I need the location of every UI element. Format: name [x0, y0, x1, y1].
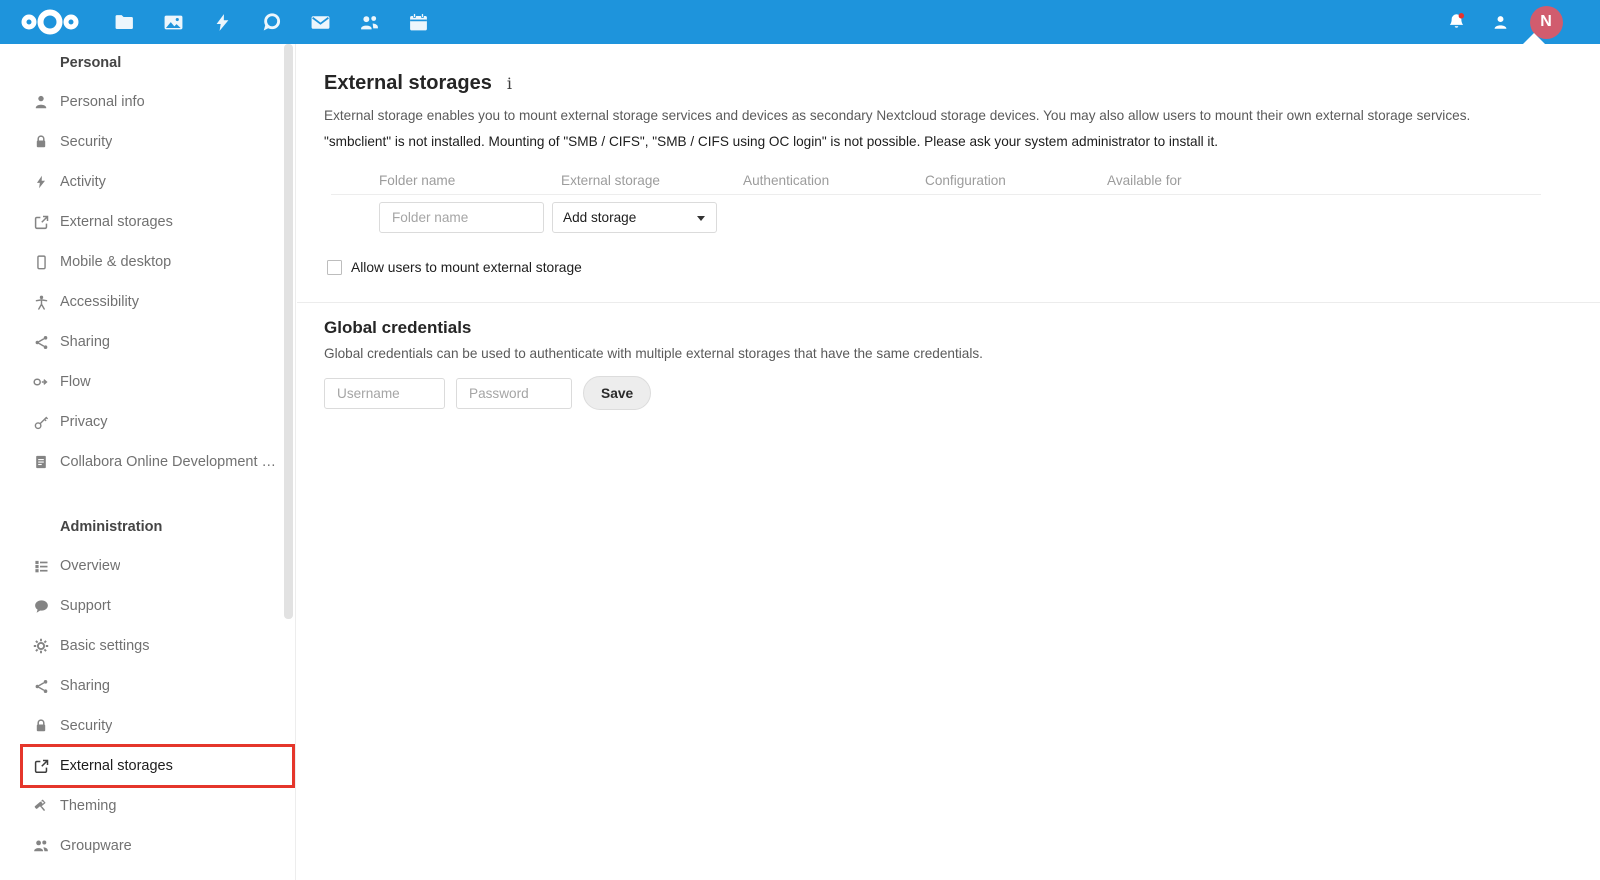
talk-icon[interactable] — [247, 0, 296, 44]
allow-user-mounting-label[interactable]: Allow users to mount external storage — [351, 260, 582, 275]
sidebar-item-label: Mobile & desktop — [60, 254, 172, 270]
mail-icon[interactable] — [296, 0, 345, 44]
document-icon — [33, 454, 49, 470]
sidebar-section-administration: Administration — [60, 519, 163, 535]
sidebar-item-label: Activity — [60, 174, 106, 190]
contacts-icon[interactable] — [345, 0, 394, 44]
sidebar-item-label: External storages — [60, 214, 173, 230]
global-credentials-description: Global credentials can be used to authen… — [324, 346, 983, 361]
column-header-authentication: Authentication — [743, 172, 830, 188]
paint-roller-icon — [33, 798, 49, 814]
column-header-configuration: Configuration — [925, 172, 1006, 188]
sidebar-item-label: Security — [60, 718, 113, 734]
external-link-icon — [33, 214, 49, 230]
column-header-external-storage: External storage — [561, 172, 660, 188]
group-icon — [33, 838, 49, 854]
photos-icon[interactable] — [149, 0, 198, 44]
sidebar-item-label: Security — [60, 134, 113, 150]
add-storage-select-value: Add storage — [563, 210, 637, 225]
sidebar-item-label: Basic settings — [60, 638, 150, 654]
gear-icon — [33, 638, 49, 654]
sidebar-item-basic-settings[interactable]: Basic settings — [0, 626, 295, 666]
external-storage-description: External storage enables you to mount ex… — [324, 108, 1471, 123]
allow-user-mounting-checkbox[interactable] — [327, 260, 342, 275]
sidebar-scrollbar[interactable] — [284, 44, 293, 619]
sidebar-item-external-storages-personal[interactable]: External storages — [0, 202, 295, 242]
contacts-menu-icon[interactable] — [1478, 0, 1522, 44]
lock-icon — [33, 718, 49, 734]
app-launcher — [100, 0, 443, 44]
sidebar-item-label: Theming — [60, 798, 117, 814]
sidebar-item-privacy[interactable]: Privacy — [0, 402, 295, 442]
sidebar-item-label: Support — [60, 598, 111, 614]
allow-user-mounting-row: Allow users to mount external storage — [327, 260, 1545, 275]
top-bar: N — [0, 0, 1600, 44]
share-icon — [33, 678, 49, 694]
column-header-folder-name: Folder name — [379, 172, 456, 188]
chevron-down-icon — [697, 216, 705, 221]
calendar-icon[interactable] — [394, 0, 443, 44]
sidebar-item-groupware[interactable]: Groupware — [0, 826, 295, 866]
global-credentials-title: Global credentials — [324, 318, 472, 337]
sidebar-item-label: Privacy — [60, 414, 108, 430]
sidebar-item-label: External storages — [60, 758, 173, 774]
external-storages-settings-panel: External storages i External storage enab… — [297, 44, 1600, 880]
section-divider — [297, 302, 1600, 303]
sidebar-item-sharing-admin[interactable]: Sharing — [0, 666, 295, 706]
sidebar-item-label: Accessibility — [60, 294, 139, 310]
external-storages-table: Folder name External storage Authenticat… — [331, 166, 1541, 233]
topbar-right: N — [1434, 0, 1600, 44]
sidebar-item-label: Flow — [60, 374, 91, 390]
lock-icon — [33, 134, 49, 150]
info-icon[interactable]: i — [507, 74, 512, 93]
new-storage-row: Add storage — [331, 202, 1541, 233]
sidebar-item-label: Groupware — [60, 838, 132, 854]
sidebar-item-external-storages-admin[interactable]: External storages — [0, 744, 295, 788]
sidebar-item-mobile-desktop[interactable]: Mobile & desktop — [0, 242, 295, 282]
sidebar-item-support[interactable]: Support — [0, 586, 295, 626]
sidebar-section-personal: Personal — [60, 55, 122, 71]
accessibility-icon — [33, 294, 49, 310]
global-credentials-password-input[interactable] — [456, 377, 572, 409]
sidebar-item-collabora[interactable]: Collabora Online Development Edit... — [0, 442, 295, 482]
sidebar-item-label: Sharing — [60, 678, 110, 694]
sidebar-item-accessibility[interactable]: Accessibility — [0, 282, 295, 322]
activity-icon[interactable] — [198, 0, 247, 44]
list-icon — [33, 558, 49, 574]
sidebar-item-personal-info[interactable]: Personal info — [0, 82, 295, 122]
speech-bubble-icon — [33, 598, 49, 614]
folder-name-input[interactable] — [379, 202, 544, 233]
settings-menu-arrow — [1523, 33, 1545, 44]
add-storage-select[interactable]: Add storage — [552, 202, 717, 233]
sidebar-item-activity[interactable]: Activity — [0, 162, 295, 202]
share-icon — [33, 334, 49, 350]
files-folder-icon[interactable] — [100, 0, 149, 44]
smbclient-warning: "smbclient" is not installed. Mounting o… — [324, 134, 1219, 149]
table-header-row: Folder name External storage Authenticat… — [331, 166, 1541, 195]
sidebar-item-overview[interactable]: Overview — [0, 546, 295, 586]
user-icon — [33, 94, 49, 110]
sidebar-item-security-admin[interactable]: Security — [0, 706, 295, 746]
settings-sidebar: Personal Personal info Security Activity… — [0, 44, 296, 880]
phone-icon — [33, 254, 49, 270]
sidebar-item-label: Sharing — [60, 334, 110, 350]
sidebar-item-label: Collabora Online Development Edit... — [60, 454, 278, 470]
nextcloud-logo[interactable] — [0, 8, 100, 36]
sidebar-item-sharing-personal[interactable]: Sharing — [0, 322, 295, 362]
sidebar-item-theming[interactable]: Theming — [0, 786, 295, 826]
global-credentials-form: Save — [324, 376, 1545, 410]
sidebar-item-label: Personal info — [60, 94, 145, 110]
sidebar-item-flow[interactable]: Flow — [0, 362, 295, 402]
notifications-bell-icon[interactable] — [1434, 0, 1478, 44]
global-credentials-username-input[interactable] — [324, 377, 445, 409]
column-header-available-for: Available for — [1107, 172, 1182, 188]
page-title: External storages — [324, 72, 492, 94]
sidebar-item-label: Overview — [60, 558, 121, 574]
key-icon — [33, 414, 49, 430]
external-link-icon — [33, 758, 49, 774]
flow-icon — [33, 374, 49, 390]
lightning-icon — [33, 174, 49, 190]
save-button[interactable]: Save — [583, 376, 652, 410]
sidebar-item-security-personal[interactable]: Security — [0, 122, 295, 162]
